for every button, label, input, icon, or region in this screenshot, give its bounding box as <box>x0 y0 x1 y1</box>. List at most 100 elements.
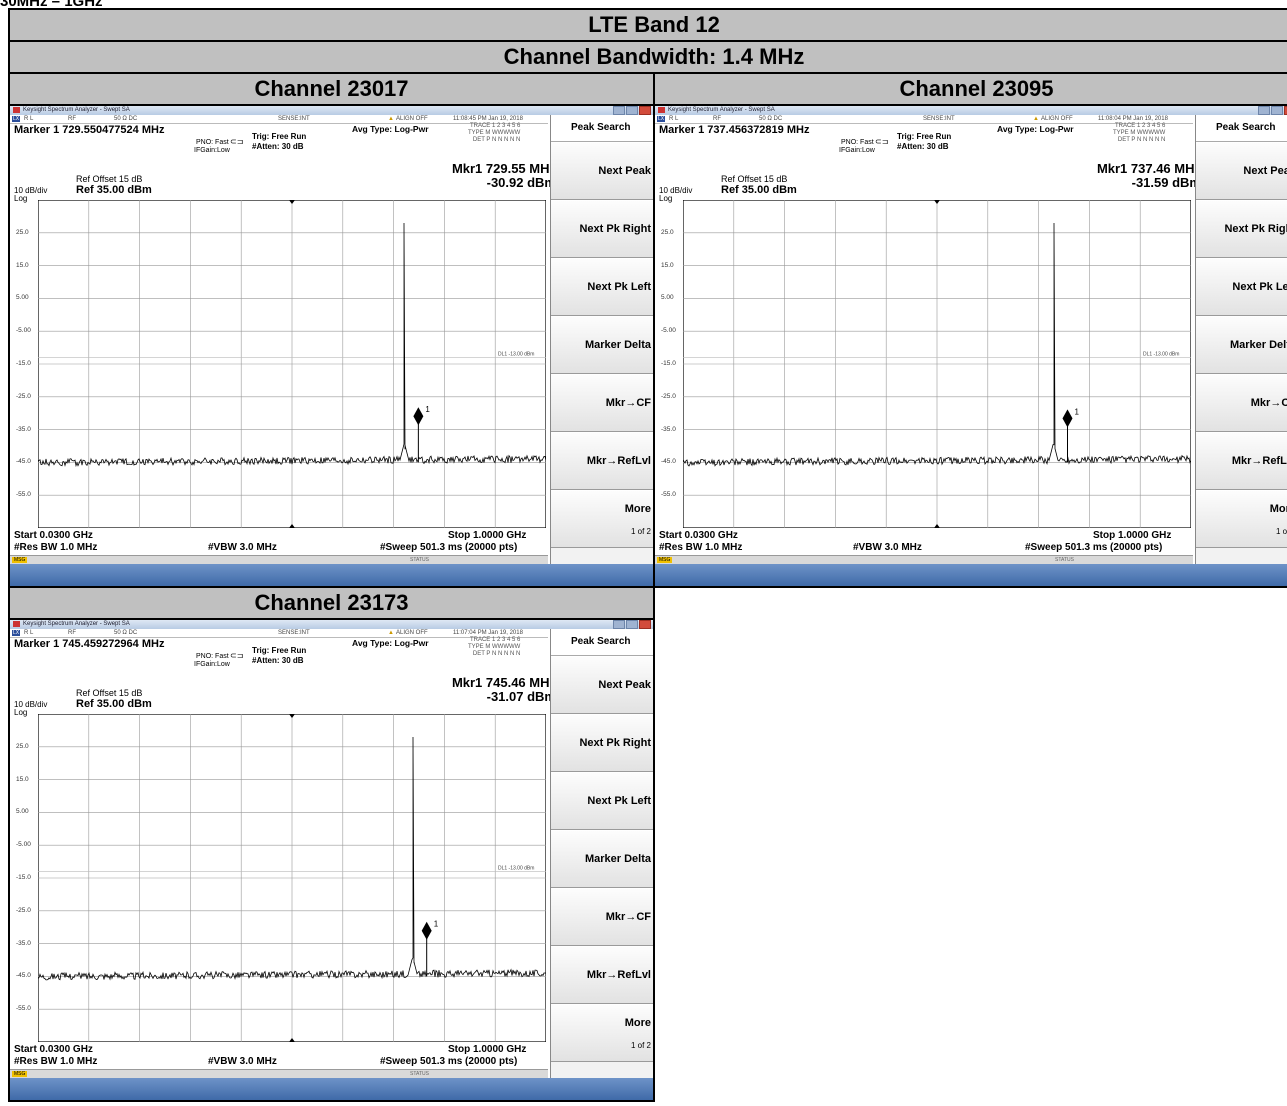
next-pk-left-label: Next Pk Left <box>587 795 651 807</box>
results-table: LTE Band 12 Channel Bandwidth: 1.4 MHz C… <box>8 8 1287 1102</box>
warning-icon: ▲ <box>388 630 394 636</box>
sweep-time: #Sweep 501.3 ms (20000 pts) <box>1025 542 1163 553</box>
avg-type: Avg Type: Log-Pwr <box>997 124 1074 134</box>
screenshot-cell: Keysight Spectrum Analyzer - Swept SA LX… <box>8 618 655 1102</box>
ref-level: Ref 35.00 dBm <box>721 184 797 196</box>
status-sense: SENSE:INT <box>278 116 310 122</box>
status-impedance: 50 Ω DC <box>759 116 783 122</box>
mkr-reflvl-button[interactable]: Mkr→RefLvl <box>551 946 652 1004</box>
start-frequency: Start 0.0300 GHz <box>14 1044 93 1055</box>
ifgain-setting: IFGain:Low <box>194 661 230 668</box>
maximize-icon[interactable] <box>626 621 638 629</box>
more-button[interactable]: More 1 of 2 <box>1196 490 1287 548</box>
y-tick-label: 15.0 <box>16 775 29 783</box>
lxi-icon: LX <box>12 630 20 636</box>
status-rl: R L <box>24 630 34 636</box>
spectrum-plot[interactable]: DL1 -13.00 dBm 1 <box>38 200 546 528</box>
next-peak-button[interactable]: Next Peak <box>551 142 652 200</box>
marker-delta-label: Marker Delta <box>584 339 651 351</box>
next-pk-right-button[interactable]: Next Pk Right <box>551 714 652 772</box>
close-icon[interactable] <box>639 621 651 629</box>
mkr-reflvl-label: Mkr→RefLvl <box>1231 455 1287 467</box>
screenshot-cell: Keysight Spectrum Analyzer - Swept SA LX… <box>653 104 1287 588</box>
next-pk-left-button[interactable]: Next Pk Left <box>1196 258 1287 316</box>
trace-line: TRACE 1 2 3 4 5 6 <box>1114 123 1166 129</box>
y-tick-label: -15.0 <box>16 874 31 881</box>
trigger-setting: Trig: Free Run #Atten: 30 dB <box>252 646 306 666</box>
trigger-setting: Trig: Free Run #Atten: 30 dB <box>897 132 951 152</box>
more-button[interactable]: More 1 of 2 <box>551 1004 652 1062</box>
spectrum-plot[interactable]: DL1 -13.00 dBm 1 <box>38 714 546 1042</box>
minimize-icon[interactable] <box>613 621 625 629</box>
status-align: ALIGN OFF <box>396 116 428 122</box>
atten-label: #Atten: 30 dB <box>897 142 949 151</box>
status-impedance: 50 Ω DC <box>114 630 138 636</box>
marker-delta-label: Marker Delta <box>1229 339 1287 351</box>
next-pk-right-button[interactable]: Next Pk Right <box>551 200 652 258</box>
mkr-reflvl-button[interactable]: Mkr→RefLvl <box>551 432 652 490</box>
app-icon <box>13 107 20 113</box>
mkr-reflvl-button[interactable]: Mkr→RefLvl <box>1196 432 1287 490</box>
mkr-cf-label: Mkr→CF <box>605 911 651 923</box>
app-icon <box>13 621 20 627</box>
window-title: Keysight Spectrum Analyzer - Swept SA <box>23 621 130 627</box>
mkr-cf-button[interactable]: Mkr→CF <box>551 888 652 946</box>
maximize-icon[interactable] <box>1271 107 1283 115</box>
screenshot-cell: Keysight Spectrum Analyzer - Swept SA LX… <box>8 104 655 588</box>
next-pk-right-label: Next Pk Right <box>1224 223 1287 235</box>
sweep-time: #Sweep 501.3 ms (20000 pts) <box>380 1056 518 1067</box>
marker-readout: Marker 1 729.550477524 MHz <box>14 124 165 136</box>
ifgain-setting: IFGain:Low <box>194 147 230 154</box>
spectrum-svg: DL1 -13.00 dBm 1 <box>38 714 546 1042</box>
status-rf: RF <box>713 116 721 122</box>
marker-delta-button[interactable]: Marker Delta <box>1196 316 1287 374</box>
more-button[interactable]: More 1 of 2 <box>551 490 652 548</box>
status-sense: SENSE:INT <box>278 630 310 636</box>
trace-info: TRACE 1 2 3 4 5 6 TYPE M WWWWW DET P N N… <box>468 637 520 658</box>
next-peak-label: Next Peak <box>1243 165 1287 177</box>
next-pk-right-label: Next Pk Right <box>579 223 651 235</box>
mkr-cf-button[interactable]: Mkr→CF <box>551 374 652 432</box>
minimize-icon[interactable] <box>613 107 625 115</box>
window-controls <box>1257 107 1287 115</box>
marker-value: Mkr1 737.46 MHz -31.59 dBm <box>1097 162 1201 190</box>
marker-delta-button[interactable]: Marker Delta <box>551 316 652 374</box>
next-peak-button[interactable]: Next Peak <box>1196 142 1287 200</box>
minimize-icon[interactable] <box>1258 107 1270 115</box>
next-peak-button[interactable]: Next Peak <box>551 656 652 714</box>
marker-frequency: Mkr1 729.55 MHz <box>451 161 556 176</box>
pno-setting: PNO: Fast <box>841 139 874 146</box>
trace-line: DET P N N N N N <box>472 137 521 143</box>
close-icon[interactable] <box>639 107 651 115</box>
next-pk-left-button[interactable]: Next Pk Left <box>551 258 652 316</box>
marker-level: -31.07 dBm <box>486 689 556 704</box>
trigger-setting: Trig: Free Run #Atten: 30 dB <box>252 132 306 152</box>
y-tick-label: -25.0 <box>16 392 31 400</box>
spectrum-plot[interactable]: DL1 -13.00 dBm 1 <box>683 200 1191 528</box>
msg-label: MSG <box>12 557 28 563</box>
next-pk-right-button[interactable]: Next Pk Right <box>1196 200 1287 258</box>
vbw: #VBW 3.0 MHz <box>853 542 922 553</box>
y-tick-label: -25.0 <box>661 392 676 400</box>
softkey-menu: Peak Search Next Peak Next Pk Right Next… <box>550 115 652 564</box>
display-line-label: DL1 -13.00 dBm <box>1143 351 1179 357</box>
mkr-cf-button[interactable]: Mkr→CF <box>1196 374 1287 432</box>
y-tick-label: -25.0 <box>16 906 31 914</box>
more-page-label: 1 of 2 <box>630 1041 651 1050</box>
status-label: STATUS <box>410 557 429 563</box>
more-label: More <box>624 503 651 515</box>
marker-frequency: Mkr1 745.46 MHz <box>451 675 556 690</box>
status-align: ALIGN OFF <box>396 630 428 636</box>
mkr-reflvl-label: Mkr→RefLvl <box>586 455 651 467</box>
status-rf: RF <box>68 116 76 122</box>
y-tick-label: -35.0 <box>661 425 676 433</box>
stop-frequency: Stop 1.0000 GHz <box>448 530 527 541</box>
spectrum-analyzer-window: Keysight Spectrum Analyzer - Swept SA LX… <box>11 107 652 585</box>
status-time: 11:07:04 PM Jan 19, 2018 <box>453 630 523 636</box>
marker-value: Mkr1 729.55 MHz -30.92 dBm <box>452 162 556 190</box>
marker-delta-button[interactable]: Marker Delta <box>551 830 652 888</box>
maximize-icon[interactable] <box>626 107 638 115</box>
y-tick-label: -55.0 <box>661 491 676 499</box>
window-title: Keysight Spectrum Analyzer - Swept SA <box>668 107 775 113</box>
next-pk-left-button[interactable]: Next Pk Left <box>551 772 652 830</box>
